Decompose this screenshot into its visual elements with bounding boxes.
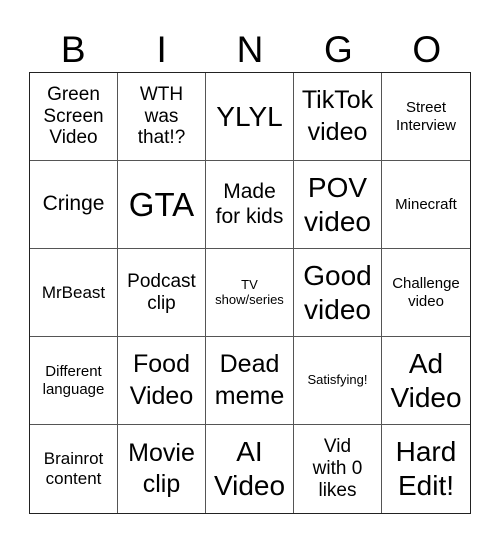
bingo-cell[interactable]: Minecraft [382,161,470,249]
bingo-cell[interactable]: AI Video [206,425,294,513]
bingo-cell[interactable]: POV video [294,161,382,249]
bingo-cell[interactable]: MrBeast [30,249,118,337]
header-letter-i: I [156,29,167,70]
bingo-header: B I N G O [29,28,471,72]
bingo-cell[interactable]: Podcast clip [118,249,206,337]
bingo-cell[interactable]: Street Interview [382,73,470,161]
bingo-cell[interactable]: Food Video [118,337,206,425]
bingo-cell[interactable]: Green Screen Video [30,73,118,161]
bingo-cell[interactable]: Brainrot content [30,425,118,513]
bingo-cell[interactable]: TikTok video [294,73,382,161]
bingo-cell[interactable]: Hard Edit! [382,425,470,513]
bingo-cell[interactable]: Different language [30,337,118,425]
bingo-cell[interactable]: Made for kids [206,161,294,249]
bingo-cell[interactable]: Cringe [30,161,118,249]
bingo-cell[interactable]: Good video [294,249,382,337]
bingo-cell[interactable]: Dead meme [206,337,294,425]
bingo-cell[interactable]: WTH was that!? [118,73,206,161]
bingo-cell[interactable]: Ad Video [382,337,470,425]
bingo-cell[interactable]: TV show/series [206,249,294,337]
bingo-cell[interactable]: GTA [118,161,206,249]
header-letter-g: G [324,29,353,70]
bingo-cell[interactable]: Satisfying! [294,337,382,425]
bingo-cell[interactable]: Challenge video [382,249,470,337]
bingo-cell[interactable]: YLYL [206,73,294,161]
bingo-cell[interactable]: Movie clip [118,425,206,513]
header-letter-n: N [236,29,264,70]
header-letter-b: B [60,29,86,70]
header-letter-o: O [412,29,442,70]
bingo-grid: Green Screen Video WTH was that!? YLYL T… [29,72,471,514]
bingo-cell[interactable]: Vid with 0 likes [294,425,382,513]
